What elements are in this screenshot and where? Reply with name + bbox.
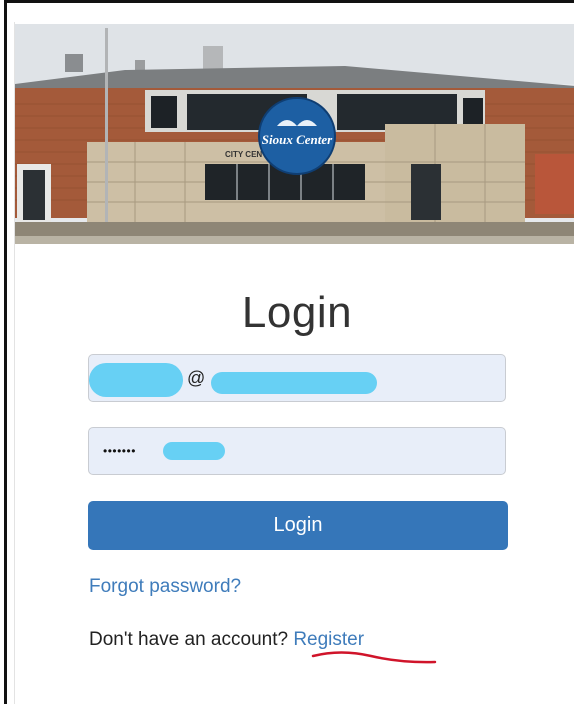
- forgot-password-link[interactable]: Forgot password?: [89, 576, 241, 598]
- password-field[interactable]: •••••••: [88, 427, 506, 475]
- window-frame-top: [4, 0, 574, 3]
- logo-text: Sioux Center: [262, 132, 333, 147]
- password-field-value: •••••••: [103, 444, 136, 458]
- window-frame-left: [4, 0, 7, 704]
- email-field-value: @: [187, 367, 206, 388]
- login-card: CITY CENTER Sioux Center Login @ •••••••…: [14, 22, 574, 704]
- redaction-password: [163, 442, 225, 460]
- redaction-email-domain: [211, 372, 377, 394]
- no-account-text: Don't have an account?: [89, 629, 289, 650]
- city-hall-banner-image: CITY CENTER Sioux Center: [15, 24, 574, 244]
- redaction-email-username: [89, 363, 183, 397]
- red-underline-annotation: [311, 651, 437, 664]
- page-title: Login: [241, 288, 353, 337]
- register-prompt: Don't have an account? Register: [89, 629, 364, 651]
- register-link[interactable]: Register: [293, 629, 364, 650]
- sioux-center-logo: Sioux Center: [258, 97, 336, 175]
- login-button[interactable]: Login: [88, 501, 508, 550]
